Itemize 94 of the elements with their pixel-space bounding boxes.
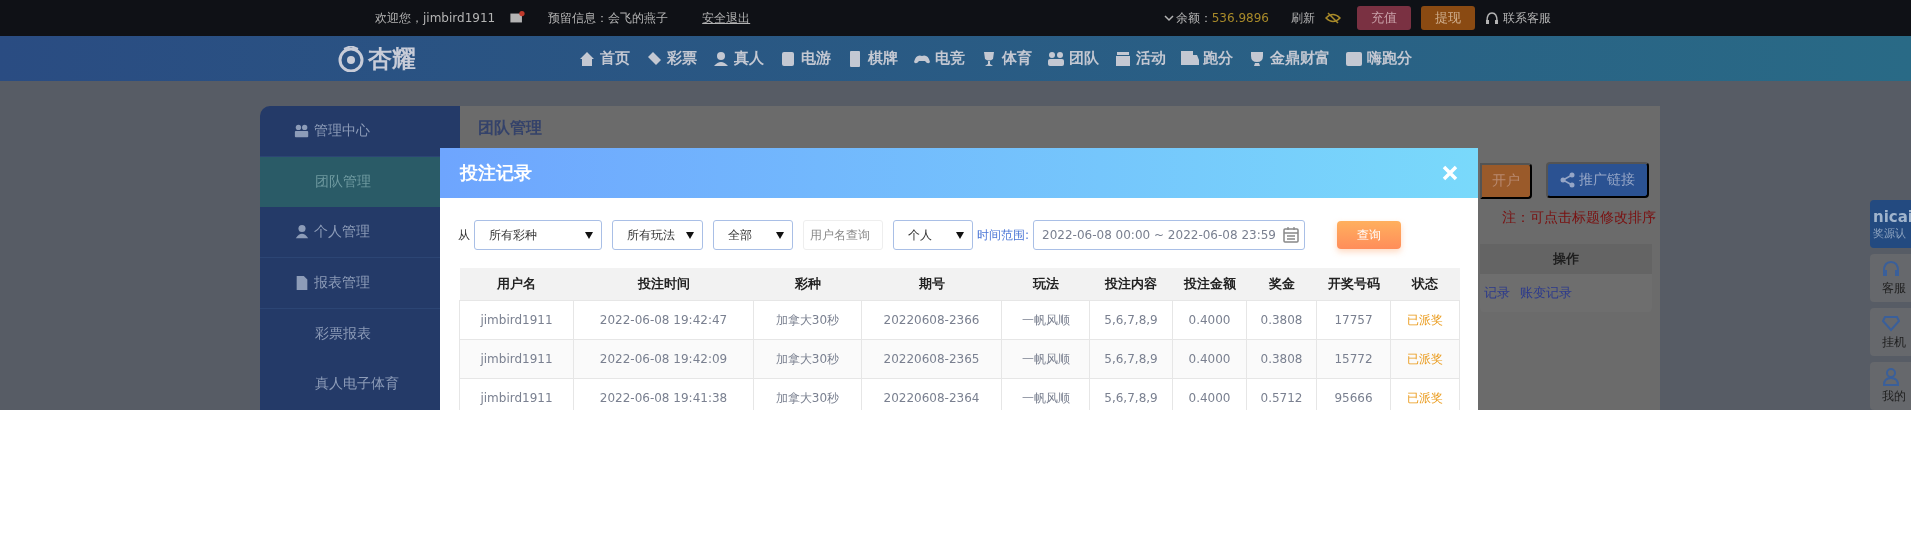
table-cell: 2022-06-08 19:42:09: [573, 339, 754, 379]
reserved-info: 预留信息：会飞的燕子: [548, 9, 669, 27]
nav-item[interactable]: 电游: [779, 49, 831, 68]
nav-item[interactable]: 跑分: [1181, 49, 1233, 68]
group-icon: [294, 123, 310, 139]
caret-icon: [1163, 14, 1174, 22]
nav-item[interactable]: 活动: [1114, 49, 1166, 68]
date-range-field[interactable]: 2022-06-08 00:00 ~ 2022-06-08 23:59: [1033, 220, 1306, 250]
diamond-icon: [1882, 313, 1900, 332]
refresh-link[interactable]: 刷新: [1291, 9, 1315, 27]
table-cell: 15772: [1316, 339, 1391, 379]
gift-icon: [1114, 49, 1132, 68]
table-cell: 20220608-2366: [861, 300, 1002, 340]
headphones-icon: [1485, 11, 1499, 25]
column-header[interactable]: 开奖号码: [1316, 268, 1391, 301]
dialog-title: 投注记录: [460, 161, 532, 185]
deposit-button[interactable]: 充值: [1357, 6, 1411, 30]
person-icon: [294, 224, 310, 240]
column-header[interactable]: 彩种: [753, 268, 862, 301]
column-header[interactable]: 用户名: [459, 268, 574, 301]
welcome-text: 欢迎您，jimbird1911: [375, 9, 496, 27]
table-cell: 0.3808: [1246, 300, 1317, 340]
nav-item[interactable]: 金鼎财富: [1248, 49, 1330, 68]
table-cell: 0.3808: [1246, 339, 1317, 379]
nav-item[interactable]: 首页: [578, 49, 630, 68]
calendar-icon: [1282, 226, 1301, 244]
support-link[interactable]: 联系客服: [1503, 9, 1551, 27]
house-icon: [578, 49, 596, 68]
table-cell: jimbird1911: [459, 378, 574, 410]
promo-link-button[interactable]: 推广链接: [1546, 162, 1649, 198]
table-cell: jimbird1911: [459, 339, 574, 379]
document-icon: [294, 275, 310, 291]
table-cell: 0.4000: [1172, 300, 1247, 340]
nav-item[interactable]: 彩票: [645, 49, 697, 68]
eye-slash-icon: [1325, 10, 1341, 26]
caret-icon: [776, 231, 784, 239]
status-cell: 已派奖: [1390, 339, 1460, 379]
table-cell: 一帆风顺: [1001, 339, 1090, 379]
username-field[interactable]: 用户名查询: [803, 220, 883, 250]
column-header: 操作: [1553, 250, 1579, 268]
play-select[interactable]: 所有玩法: [612, 220, 703, 250]
withdraw-button[interactable]: 提现: [1421, 6, 1475, 30]
from-label: 从: [458, 226, 470, 244]
table-cell: 5,6,7,8,9: [1089, 300, 1173, 340]
logout-link[interactable]: 安全退出: [702, 9, 751, 27]
share-icon: [1560, 172, 1575, 188]
table-cell: 0.4000: [1172, 339, 1247, 379]
logo-icon: [338, 45, 364, 72]
side-shortcut[interactable]: 我的: [1870, 362, 1911, 410]
range-label: 时间范围:: [977, 226, 1030, 244]
brand-card[interactable]: nicai 奖源认: [1870, 200, 1911, 248]
table-cell: 一帆风顺: [1001, 300, 1090, 340]
user-icon: [1882, 367, 1900, 386]
caret-icon: [686, 231, 694, 239]
table-cell: 17757: [1316, 300, 1391, 340]
table-cell: 加拿大30秒: [753, 339, 862, 379]
column-header[interactable]: 奖金: [1246, 268, 1317, 301]
nav-item[interactable]: 嗨跑分: [1345, 49, 1412, 68]
column-header[interactable]: 投注时间: [573, 268, 754, 301]
scope-select[interactable]: 个人: [893, 220, 973, 250]
column-header[interactable]: 投注内容: [1089, 268, 1173, 301]
side-shortcut[interactable]: 挂机: [1870, 308, 1911, 356]
close-button[interactable]: [1442, 165, 1458, 181]
lottery-select[interactable]: 所有彩种: [474, 220, 602, 250]
balance-amount: 536.9896: [1211, 11, 1269, 25]
column-header[interactable]: 投注金额: [1172, 268, 1247, 301]
table-cell: 20220608-2365: [861, 339, 1002, 379]
sort-note: 注：可点击标题修改排序: [1502, 209, 1656, 227]
trophy-cup-icon: [1248, 49, 1266, 68]
table-cell: 加拿大30秒: [753, 300, 862, 340]
column-header[interactable]: 状态: [1390, 268, 1460, 301]
nav-item[interactable]: 团队: [1047, 49, 1099, 68]
table-cell: 2022-06-08 19:42:47: [573, 300, 754, 340]
column-header[interactable]: 玩法: [1001, 268, 1090, 301]
table-cell: jimbird1911: [459, 300, 574, 340]
column-header[interactable]: 期号: [861, 268, 1002, 301]
tile-icon: [1345, 49, 1363, 68]
person-icon: [712, 49, 730, 68]
side-shortcut[interactable]: 客服: [1870, 254, 1911, 302]
nav-item[interactable]: 真人: [712, 49, 764, 68]
table-cell: 5,6,7,8,9: [1089, 339, 1173, 379]
logo-text[interactable]: 杏耀: [368, 42, 416, 75]
group-icon: [1047, 49, 1065, 68]
caret-icon: [585, 231, 593, 239]
headphones-icon: [1882, 259, 1900, 278]
balance-label: 余额：: [1175, 9, 1212, 27]
caret-icon: [956, 231, 964, 239]
status-cell: 已派奖: [1390, 300, 1460, 340]
nav-item[interactable]: 棋牌: [846, 49, 898, 68]
nav-item[interactable]: 电竞: [913, 49, 965, 68]
brand-caption: 奖源认: [1873, 225, 1907, 241]
nav-item[interactable]: 体育: [980, 49, 1032, 68]
brand-name: nicai: [1873, 207, 1911, 226]
status-select[interactable]: 全部: [713, 220, 793, 250]
